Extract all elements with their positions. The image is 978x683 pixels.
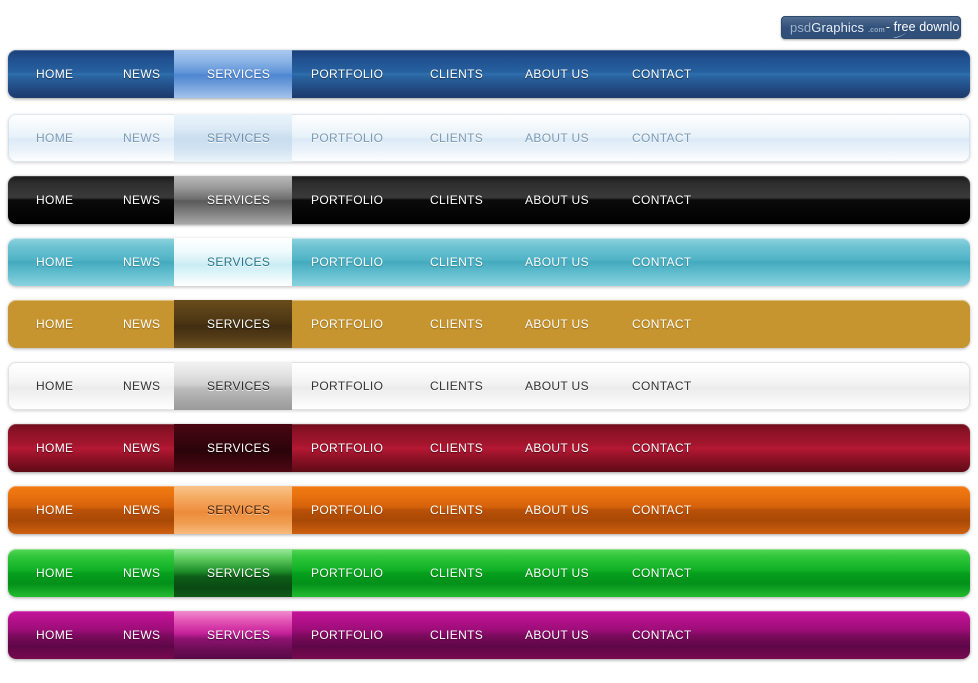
- navbar-lightblue: HOME NEWS SERVICES PORTFOLIO CLIENTS ABO…: [8, 114, 970, 162]
- nav-item-clients[interactable]: CLIENTS: [430, 238, 483, 286]
- nav-item-services[interactable]: SERVICES: [207, 549, 270, 597]
- navbar-blue: HOME NEWS SERVICES PORTFOLIO CLIENTS ABO…: [8, 50, 970, 98]
- nav-item-portfolio[interactable]: PORTFOLIO: [311, 114, 383, 162]
- nav-item-home[interactable]: HOME: [36, 50, 73, 98]
- nav-item-news[interactable]: NEWS: [123, 611, 160, 659]
- navbar-teal: HOME NEWS SERVICES PORTFOLIO CLIENTS ABO…: [8, 238, 970, 286]
- nav-item-news[interactable]: NEWS: [123, 362, 160, 410]
- nav-item-contact[interactable]: CONTACT: [632, 486, 692, 534]
- nav-item-home[interactable]: HOME: [36, 486, 73, 534]
- nav-item-services[interactable]: SERVICES: [207, 424, 270, 472]
- nav-item-news[interactable]: NEWS: [123, 486, 160, 534]
- nav-item-about-us[interactable]: ABOUT US: [525, 50, 589, 98]
- nav-item-portfolio[interactable]: PORTFOLIO: [311, 424, 383, 472]
- nav-item-news[interactable]: NEWS: [123, 50, 160, 98]
- nav-item-news[interactable]: NEWS: [123, 238, 160, 286]
- navbar-orange: HOME NEWS SERVICES PORTFOLIO CLIENTS ABO…: [8, 486, 970, 534]
- nav-item-portfolio[interactable]: PORTFOLIO: [311, 611, 383, 659]
- nav-item-about-us[interactable]: ABOUT US: [525, 611, 589, 659]
- nav-item-about-us[interactable]: ABOUT US: [525, 238, 589, 286]
- nav-item-portfolio[interactable]: PORTFOLIO: [311, 362, 383, 410]
- nav-item-news[interactable]: NEWS: [123, 424, 160, 472]
- nav-item-about-us[interactable]: ABOUT US: [525, 176, 589, 224]
- nav-item-contact[interactable]: CONTACT: [632, 50, 692, 98]
- nav-item-contact[interactable]: CONTACT: [632, 424, 692, 472]
- nav-item-about-us[interactable]: ABOUT US: [525, 424, 589, 472]
- nav-item-contact[interactable]: CONTACT: [632, 362, 692, 410]
- nav-item-services[interactable]: SERVICES: [207, 114, 270, 162]
- nav-item-clients[interactable]: CLIENTS: [430, 114, 483, 162]
- nav-item-news[interactable]: NEWS: [123, 300, 160, 348]
- nav-item-about-us[interactable]: ABOUT US: [525, 300, 589, 348]
- nav-item-services[interactable]: SERVICES: [207, 300, 270, 348]
- nav-item-about-us[interactable]: ABOUT US: [525, 114, 589, 162]
- nav-item-clients[interactable]: CLIENTS: [430, 300, 483, 348]
- logo-text-psd: psd: [790, 20, 812, 35]
- nav-item-portfolio[interactable]: PORTFOLIO: [311, 549, 383, 597]
- navbar-gold: HOME NEWS SERVICES PORTFOLIO CLIENTS ABO…: [8, 300, 970, 348]
- nav-item-services[interactable]: SERVICES: [207, 50, 270, 98]
- nav-item-services[interactable]: SERVICES: [207, 486, 270, 534]
- nav-item-clients[interactable]: CLIENTS: [430, 362, 483, 410]
- navbar-magenta: HOME NEWS SERVICES PORTFOLIO CLIENTS ABO…: [8, 611, 970, 659]
- page-root: psd Graphics .com - free download HOME N…: [0, 0, 978, 683]
- navbar-green: HOME NEWS SERVICES PORTFOLIO CLIENTS ABO…: [8, 549, 970, 597]
- nav-item-home[interactable]: HOME: [36, 549, 73, 597]
- nav-item-about-us[interactable]: ABOUT US: [525, 486, 589, 534]
- nav-item-contact[interactable]: CONTACT: [632, 300, 692, 348]
- psdgraphics-logo-badge[interactable]: psd Graphics .com - free download: [781, 16, 961, 39]
- nav-item-services[interactable]: SERVICES: [207, 238, 270, 286]
- nav-item-home[interactable]: HOME: [36, 362, 73, 410]
- nav-item-services[interactable]: SERVICES: [207, 611, 270, 659]
- nav-item-portfolio[interactable]: PORTFOLIO: [311, 300, 383, 348]
- logo-text-graphics: Graphics: [811, 20, 865, 35]
- nav-item-portfolio[interactable]: PORTFOLIO: [311, 176, 383, 224]
- navbar-white: HOME NEWS SERVICES PORTFOLIO CLIENTS ABO…: [8, 362, 970, 410]
- nav-item-clients[interactable]: CLIENTS: [430, 549, 483, 597]
- navbar-red: HOME NEWS SERVICES PORTFOLIO CLIENTS ABO…: [8, 424, 970, 472]
- nav-item-contact[interactable]: CONTACT: [632, 176, 692, 224]
- nav-item-services[interactable]: SERVICES: [207, 362, 270, 410]
- nav-item-clients[interactable]: CLIENTS: [430, 424, 483, 472]
- nav-item-portfolio[interactable]: PORTFOLIO: [311, 486, 383, 534]
- nav-item-clients[interactable]: CLIENTS: [430, 611, 483, 659]
- nav-item-contact[interactable]: CONTACT: [632, 611, 692, 659]
- nav-item-portfolio[interactable]: PORTFOLIO: [311, 50, 383, 98]
- nav-item-contact[interactable]: CONTACT: [632, 114, 692, 162]
- nav-item-home[interactable]: HOME: [36, 238, 73, 286]
- nav-item-home[interactable]: HOME: [36, 176, 73, 224]
- nav-item-news[interactable]: NEWS: [123, 176, 160, 224]
- nav-item-about-us[interactable]: ABOUT US: [525, 362, 589, 410]
- navbar-black: HOME NEWS SERVICES PORTFOLIO CLIENTS ABO…: [8, 176, 970, 224]
- nav-item-news[interactable]: NEWS: [123, 549, 160, 597]
- nav-item-contact[interactable]: CONTACT: [632, 549, 692, 597]
- logo-text-tagline: - free download: [885, 20, 960, 35]
- nav-item-news[interactable]: NEWS: [123, 114, 160, 162]
- nav-item-portfolio[interactable]: PORTFOLIO: [311, 238, 383, 286]
- nav-item-home[interactable]: HOME: [36, 424, 73, 472]
- nav-item-clients[interactable]: CLIENTS: [430, 176, 483, 224]
- nav-item-contact[interactable]: CONTACT: [632, 238, 692, 286]
- nav-item-home[interactable]: HOME: [36, 300, 73, 348]
- nav-item-home[interactable]: HOME: [36, 114, 73, 162]
- nav-item-about-us[interactable]: ABOUT US: [525, 549, 589, 597]
- nav-item-clients[interactable]: CLIENTS: [430, 486, 483, 534]
- nav-item-services[interactable]: SERVICES: [207, 176, 270, 224]
- nav-item-clients[interactable]: CLIENTS: [430, 50, 483, 98]
- logo-text-com: .com: [868, 27, 885, 34]
- nav-item-home[interactable]: HOME: [36, 611, 73, 659]
